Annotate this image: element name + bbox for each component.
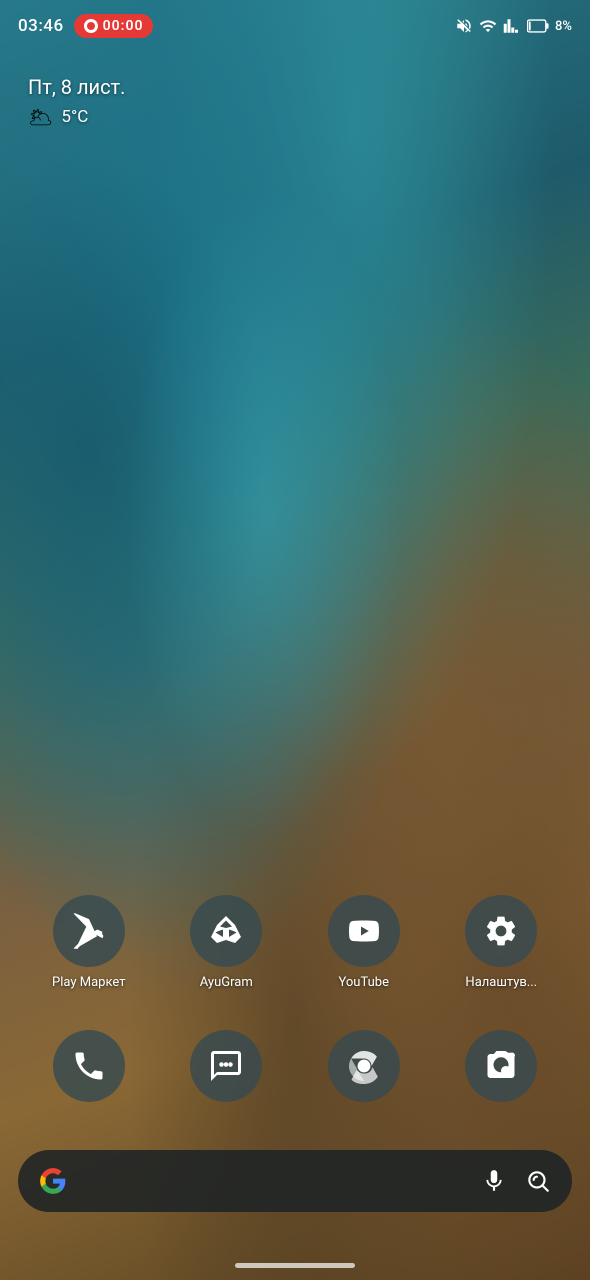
ayugram-label: AyuGram xyxy=(200,975,253,990)
app-row-1: Play Маркет AyuGram YouTube Налаштув... xyxy=(0,895,590,990)
google-logo xyxy=(36,1164,70,1198)
recording-dot-icon xyxy=(84,19,98,33)
weather-cloud-icon: 🌥 xyxy=(28,105,53,129)
microphone-icon xyxy=(481,1168,507,1194)
chrome-icon xyxy=(346,1048,382,1084)
settings-label: Налаштув... xyxy=(465,975,537,990)
weather-row: 🌥 5°C xyxy=(28,105,125,129)
app-chrome[interactable] xyxy=(309,1030,419,1110)
app-messages[interactable] xyxy=(171,1030,281,1110)
google-mic-button[interactable] xyxy=(478,1165,510,1197)
app-ayugram[interactable]: AyuGram xyxy=(171,895,281,990)
battery-icon xyxy=(527,19,549,33)
lens-search-icon xyxy=(525,1168,551,1194)
messages-icon-circle xyxy=(190,1030,262,1102)
google-lens-button[interactable] xyxy=(522,1165,554,1197)
weather-temperature: 5°C xyxy=(61,107,88,127)
play-market-icon-circle xyxy=(53,895,125,967)
signal-icon xyxy=(503,17,521,35)
wifi-icon xyxy=(479,17,497,35)
google-g-icon xyxy=(39,1167,67,1195)
battery-percent: 8% xyxy=(555,19,572,34)
date-text: Пт, 8 лист. xyxy=(28,75,125,99)
camera-icon xyxy=(483,1048,519,1084)
app-play-market[interactable]: Play Маркет xyxy=(34,895,144,990)
youtube-icon xyxy=(346,913,382,949)
ayugram-icon-circle xyxy=(190,895,262,967)
app-row-2 xyxy=(0,1030,590,1110)
settings-icon-circle xyxy=(465,895,537,967)
app-phone[interactable] xyxy=(34,1030,144,1110)
recording-time: 00:00 xyxy=(103,18,144,34)
google-search-bar[interactable] xyxy=(18,1150,572,1212)
app-settings[interactable]: Налаштув... xyxy=(446,895,556,990)
phone-icon xyxy=(71,1048,107,1084)
clock: 03:46 xyxy=(18,16,64,36)
youtube-label: YouTube xyxy=(339,975,390,990)
messages-icon xyxy=(208,1048,244,1084)
status-bar: 03:46 00:00 8% xyxy=(0,0,590,52)
app-youtube[interactable]: YouTube xyxy=(309,895,419,990)
settings-icon xyxy=(483,913,519,949)
date-weather-widget: Пт, 8 лист. 🌥 5°C xyxy=(28,75,125,129)
youtube-icon-circle xyxy=(328,895,400,967)
play-market-icon xyxy=(71,913,107,949)
phone-icon-circle xyxy=(53,1030,125,1102)
camera-icon-circle xyxy=(465,1030,537,1102)
status-left: 03:46 00:00 xyxy=(18,14,153,38)
recording-badge: 00:00 xyxy=(74,14,154,38)
play-market-label: Play Маркет xyxy=(52,975,125,990)
status-right: 8% xyxy=(455,17,572,35)
home-indicator xyxy=(235,1263,355,1268)
chrome-icon-circle xyxy=(328,1030,400,1102)
app-camera[interactable] xyxy=(446,1030,556,1110)
mute-icon xyxy=(455,17,473,35)
ayugram-icon xyxy=(208,913,244,949)
